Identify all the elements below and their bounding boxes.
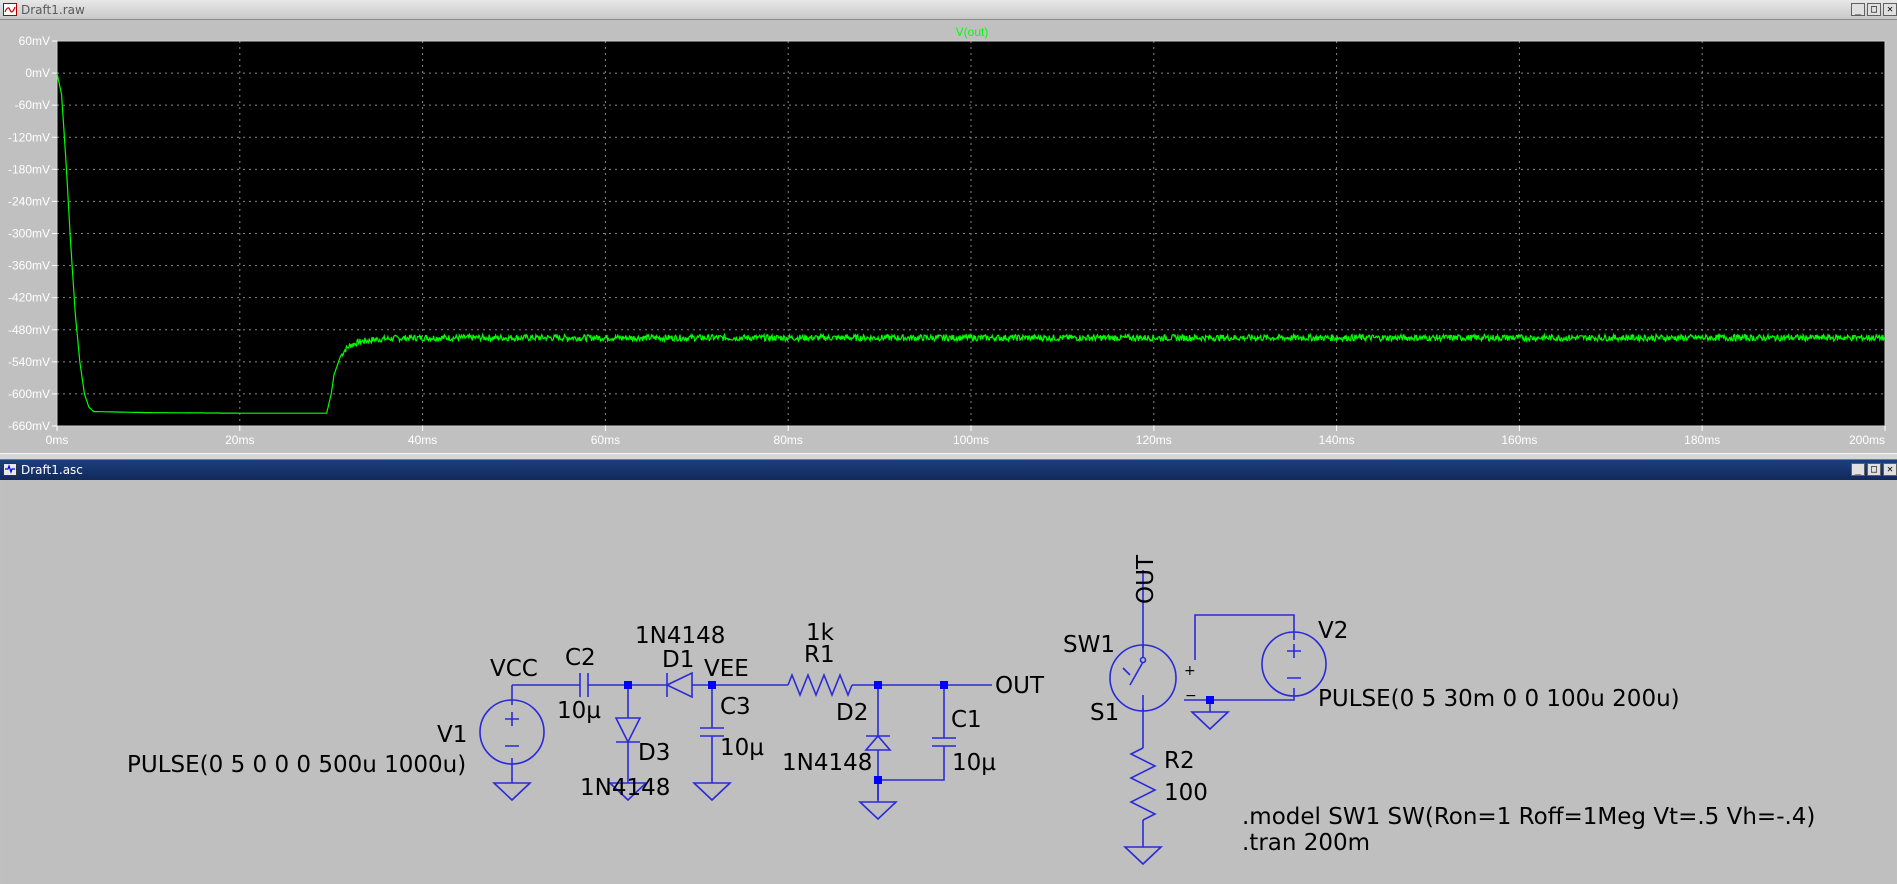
ground-symbol (857, 801, 899, 821)
wire-v2-minus (1184, 688, 1295, 701)
component-label-r1[interactable]: R1 (804, 642, 835, 668)
close-button[interactable]: ✕ (1883, 3, 1897, 16)
component-label-c2[interactable]: C2 (565, 645, 596, 671)
maximize-button[interactable]: □ (1867, 463, 1881, 476)
component-label-r2[interactable]: R2 (1164, 748, 1195, 774)
minimize-button[interactable]: _ (1851, 463, 1865, 476)
y-tick-label: -540mV (8, 355, 50, 369)
y-tick-label: -600mV (8, 387, 50, 401)
y-tick-label: -300mV (8, 227, 50, 241)
v2-value[interactable]: PULSE(0 5 30m 0 0 100u 200u) (1318, 686, 1680, 712)
component-label-c1[interactable]: C1 (951, 707, 982, 733)
junction-dot (708, 681, 716, 689)
wire-c1-bottom (878, 746, 945, 781)
x-tick-label: 160ms (1501, 433, 1537, 447)
capacitor-c1[interactable] (932, 737, 956, 747)
x-tick-label: 40ms (408, 433, 437, 447)
x-tick-label: 60ms (591, 433, 620, 447)
waveform-window: Draft1.raw _ □ ✕ 60mV 0mV -60mV -120mV -180m… (0, 0, 1897, 453)
schematic-window: Draft1.asc _ □ ✕ VCC V1 PULSE(0 5 0 0 0 … (0, 460, 1897, 884)
net-label-out[interactable]: OUT (995, 673, 1045, 699)
switch-minus-terminal: − (1185, 688, 1197, 704)
voltage-source-v2[interactable] (1261, 631, 1327, 697)
waveform-app-icon (3, 3, 17, 16)
resistor-r1[interactable] (787, 672, 853, 698)
wire-v2-plus (1194, 614, 1295, 660)
junction-dot (874, 776, 882, 784)
ground-symbol (691, 782, 733, 802)
component-label-v2[interactable]: V2 (1318, 618, 1348, 644)
diode-d3[interactable] (614, 717, 642, 744)
waveform-window-title: Draft1.raw (21, 3, 85, 17)
maximize-button[interactable]: □ (1867, 3, 1881, 16)
net-label-vcc[interactable]: VCC (490, 656, 538, 682)
schematic-window-controls: _ □ ✕ (1851, 463, 1897, 476)
y-tick-label: 0mV (25, 66, 50, 80)
component-label-d2[interactable]: D2 (836, 700, 868, 726)
y-tick-label: 60mV (19, 34, 50, 48)
close-button[interactable]: ✕ (1883, 463, 1897, 476)
c1-value[interactable]: 10µ (952, 750, 996, 776)
x-tick-label: 140ms (1319, 433, 1355, 447)
x-tick-label: 120ms (1136, 433, 1172, 447)
y-tick-label: -240mV (8, 194, 50, 208)
x-tick-label: 0ms (46, 433, 69, 447)
trace-title[interactable]: V(out) (956, 25, 989, 39)
c3-value[interactable]: 10µ (720, 735, 764, 761)
d2-model[interactable]: 1N4148 (782, 750, 872, 776)
net-label-out-vertical[interactable]: OUT (1133, 554, 1159, 604)
x-tick-label: 100ms (953, 433, 989, 447)
net-label-vee[interactable]: VEE (704, 656, 749, 682)
x-tick-label: 20ms (225, 433, 254, 447)
ground-symbol (1122, 846, 1164, 866)
y-tick-label: -60mV (15, 98, 50, 112)
voltage-switch-sw1[interactable] (1109, 644, 1177, 712)
y-tick-label: -120mV (8, 130, 50, 144)
spice-directive-model[interactable]: .model SW1 SW(Ron=1 Roff=1Meg Vt=.5 Vh=-… (1242, 804, 1815, 830)
schematic-app-icon (3, 463, 17, 476)
y-tick-label: -420mV (8, 291, 50, 305)
component-label-c3[interactable]: C3 (720, 694, 751, 720)
junction-dot (1206, 696, 1214, 704)
component-label-sw1[interactable]: SW1 (1063, 632, 1115, 658)
schematic-window-title: Draft1.asc (21, 463, 83, 477)
ground-symbol (491, 782, 533, 802)
junction-dot (624, 681, 632, 689)
capacitor-c2[interactable] (579, 673, 589, 697)
resistor-r2[interactable] (1129, 747, 1157, 821)
component-label-d1[interactable]: D1 (662, 647, 694, 673)
waveform-window-controls: _ □ ✕ (1851, 3, 1897, 16)
minimize-button[interactable]: _ (1851, 3, 1865, 16)
c2-value[interactable]: 10µ (557, 698, 601, 724)
v1-value[interactable]: PULSE(0 5 0 0 0 500u 1000u) (127, 752, 466, 778)
y-tick-label: -480mV (8, 323, 50, 337)
y-tick-label: -360mV (8, 259, 50, 273)
x-tick-label: 180ms (1684, 433, 1720, 447)
ground-symbol (1189, 711, 1231, 731)
d1-model[interactable]: 1N4148 (635, 623, 725, 649)
diode-d2[interactable] (864, 734, 892, 751)
component-label-d3[interactable]: D3 (638, 740, 670, 766)
diode-d1[interactable] (665, 671, 693, 699)
schematic-titlebar[interactable]: Draft1.asc _ □ ✕ (0, 460, 1897, 480)
voltage-source-v1[interactable] (479, 699, 545, 765)
component-label-s1[interactable]: S1 (1090, 700, 1119, 726)
window-separator[interactable] (0, 453, 1897, 460)
spice-directive-tran[interactable]: .tran 200m (1242, 830, 1370, 856)
d3-model[interactable]: 1N4148 (580, 775, 670, 801)
waveform-plot[interactable]: 60mV 0mV -60mV -120mV -180mV -240mV -300mV -360… (0, 20, 1897, 453)
schematic-canvas[interactable]: VCC V1 PULSE(0 5 0 0 0 500u 1000u) C2 10… (2, 480, 1895, 884)
waveform-titlebar[interactable]: Draft1.raw _ □ ✕ (0, 0, 1897, 20)
x-tick-label: 80ms (774, 433, 803, 447)
component-label-v1[interactable]: V1 (437, 722, 467, 748)
junction-dot (874, 681, 882, 689)
junction-dot (940, 681, 948, 689)
y-tick-label: -660mV (8, 419, 50, 433)
r2-value[interactable]: 100 (1164, 780, 1208, 806)
switch-plus-terminal: + (1184, 663, 1196, 679)
y-tick-label: -180mV (8, 162, 50, 176)
x-tick-label: 200ms (1849, 433, 1885, 447)
